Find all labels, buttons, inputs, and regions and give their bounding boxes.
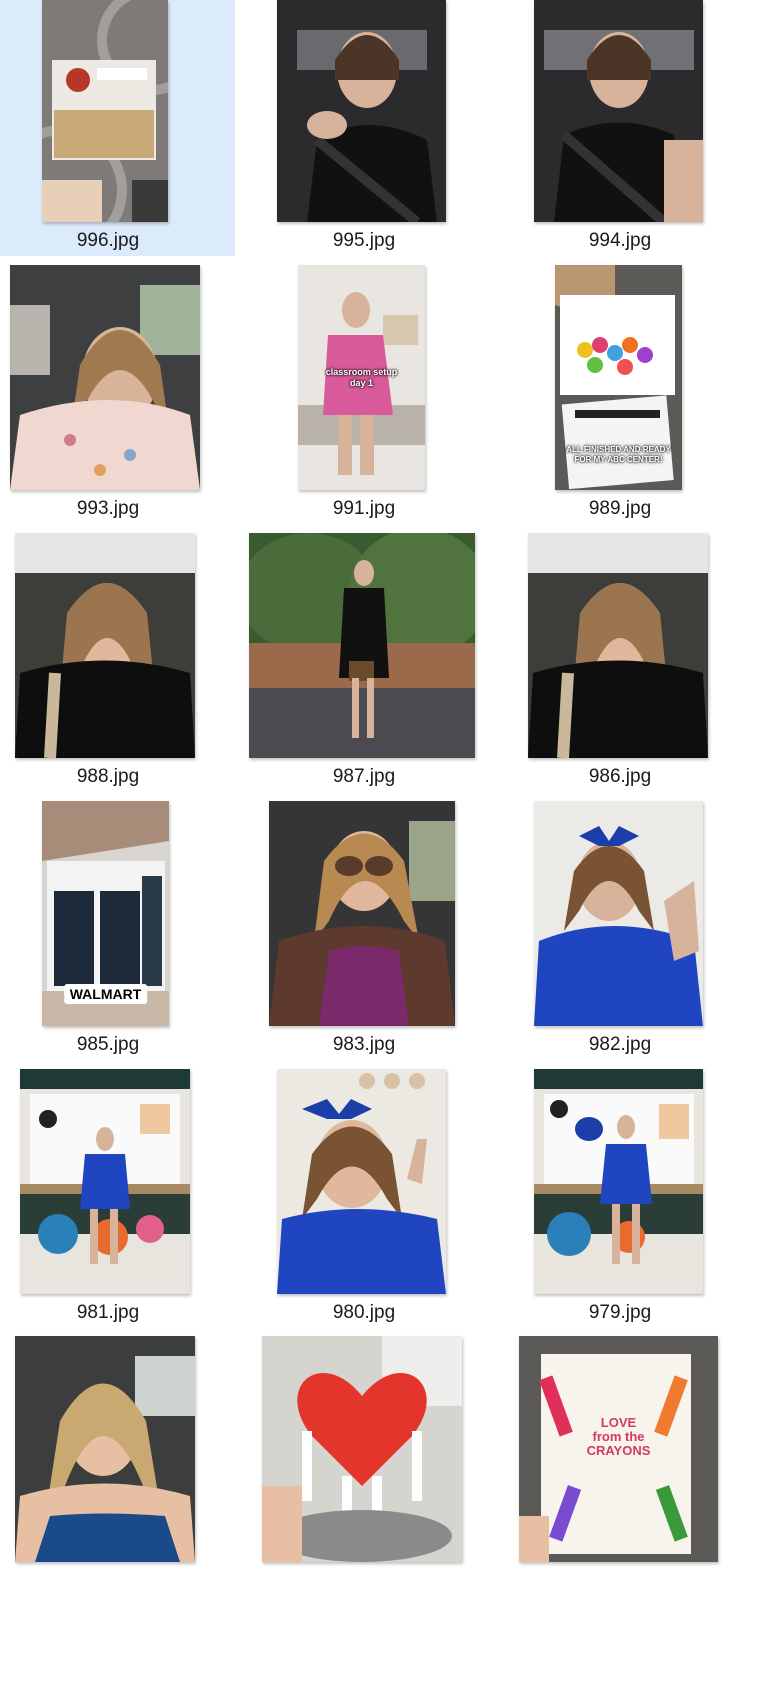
- file-item[interactable]: [256, 1328, 491, 1698]
- file-item[interactable]: classroom setup day 1 991.jpg: [256, 256, 491, 524]
- thumbnail: [277, 1069, 446, 1294]
- file-item[interactable]: 983.jpg: [256, 792, 491, 1060]
- file-item[interactable]: 979.jpg: [512, 1060, 747, 1328]
- thumbnail: [534, 1069, 703, 1294]
- file-name: 980.jpg: [332, 1302, 396, 1323]
- file-name: 987.jpg: [332, 766, 396, 787]
- file-item[interactable]: 986.jpg: [512, 524, 747, 792]
- thumbnail-caption: ALL FINISHED AND READY FOR MY ABC CENTER…: [566, 445, 671, 464]
- file-name: 982.jpg: [588, 1034, 652, 1055]
- thumbnail: [10, 265, 200, 490]
- thumbnail: [528, 533, 708, 758]
- file-name: 995.jpg: [332, 230, 396, 251]
- thumbnail: [277, 0, 446, 222]
- file-item[interactable]: 982.jpg: [512, 792, 747, 1060]
- file-item[interactable]: 996.jpg: [0, 0, 235, 256]
- file-item[interactable]: LOVE from the CRAYONS: [512, 1328, 747, 1698]
- file-item[interactable]: 987.jpg: [249, 524, 491, 792]
- file-item[interactable]: [0, 1328, 235, 1698]
- file-item[interactable]: WALMART 985.jpg: [0, 792, 235, 1060]
- thumbnail: [20, 1069, 190, 1294]
- file-name: 988.jpg: [76, 766, 140, 787]
- file-name: 986.jpg: [588, 766, 652, 787]
- file-name: 989.jpg: [588, 498, 652, 519]
- thumbnail: WALMART: [42, 801, 169, 1026]
- file-item[interactable]: 981.jpg: [0, 1060, 235, 1328]
- thumbnail: [269, 801, 455, 1026]
- thumbnail-caption: classroom setup day 1: [325, 367, 398, 388]
- file-name: 983.jpg: [332, 1034, 396, 1055]
- file-item[interactable]: ALL FINISHED AND READY FOR MY ABC CENTER…: [512, 256, 747, 524]
- file-name: 985.jpg: [76, 1034, 140, 1055]
- file-name: 993.jpg: [76, 498, 140, 519]
- thumbnail: [42, 0, 168, 222]
- file-item[interactable]: 993.jpg: [0, 256, 235, 524]
- thumbnail: classroom setup day 1: [298, 265, 425, 490]
- thumbnail: [534, 0, 703, 222]
- file-name: 996.jpg: [76, 230, 140, 251]
- thumbnail: [262, 1336, 462, 1562]
- file-item[interactable]: 988.jpg: [0, 524, 235, 792]
- file-grid: 996.jpg 995.jpg 994.jpg 993.jpg classroo…: [0, 0, 780, 1698]
- file-item[interactable]: 980.jpg: [256, 1060, 491, 1328]
- thumbnail: ALL FINISHED AND READY FOR MY ABC CENTER…: [555, 265, 682, 490]
- file-item[interactable]: 994.jpg: [512, 0, 747, 256]
- thumbnail-caption: LOVE from the CRAYONS: [586, 1415, 651, 1458]
- file-name: 981.jpg: [76, 1302, 140, 1323]
- thumbnail: [15, 533, 195, 758]
- walmart-label: WALMART: [63, 984, 148, 1004]
- file-item[interactable]: 995.jpg: [256, 0, 491, 256]
- thumbnail: [534, 801, 703, 1026]
- thumbnail: [15, 1336, 195, 1562]
- file-name: 994.jpg: [588, 230, 652, 251]
- thumbnail: LOVE from the CRAYONS: [519, 1336, 718, 1562]
- file-name: 991.jpg: [332, 498, 396, 519]
- file-name: 979.jpg: [588, 1302, 652, 1323]
- thumbnail: [249, 533, 475, 758]
